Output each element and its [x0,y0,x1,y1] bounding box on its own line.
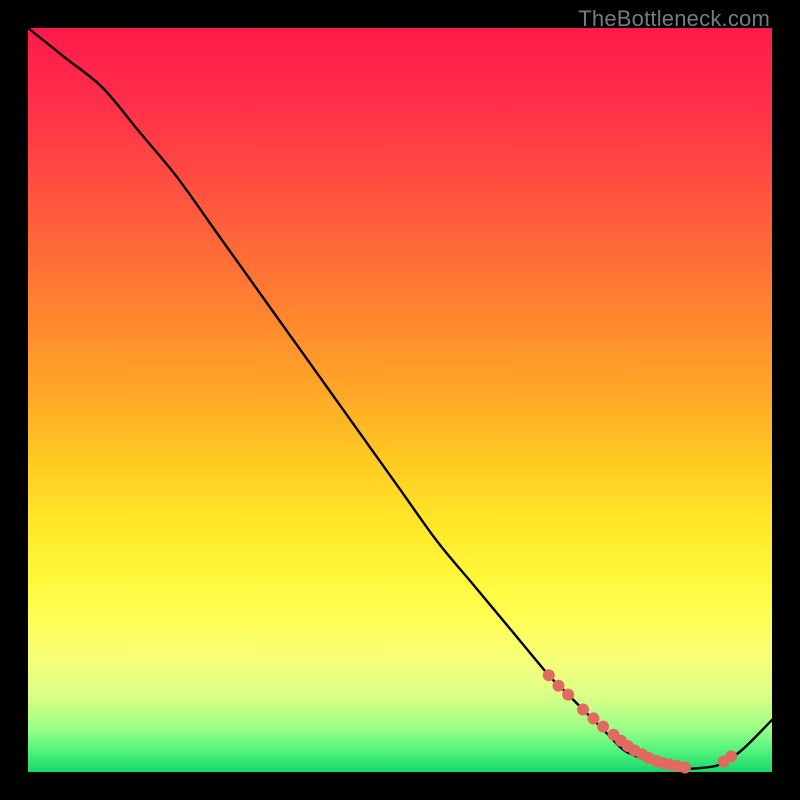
highlight-dot [597,721,609,733]
highlight-dot [562,689,574,701]
highlight-dot [679,762,691,774]
chart-frame: TheBottleneck.com [0,0,800,800]
curve-layer [28,28,772,772]
highlight-dot [552,680,564,692]
highlight-dot [577,704,589,716]
highlight-dot [543,669,555,681]
highlight-dot [725,750,737,762]
bottleneck-curve [28,28,772,769]
highlight-dot [587,712,599,724]
plot-area [28,28,772,772]
